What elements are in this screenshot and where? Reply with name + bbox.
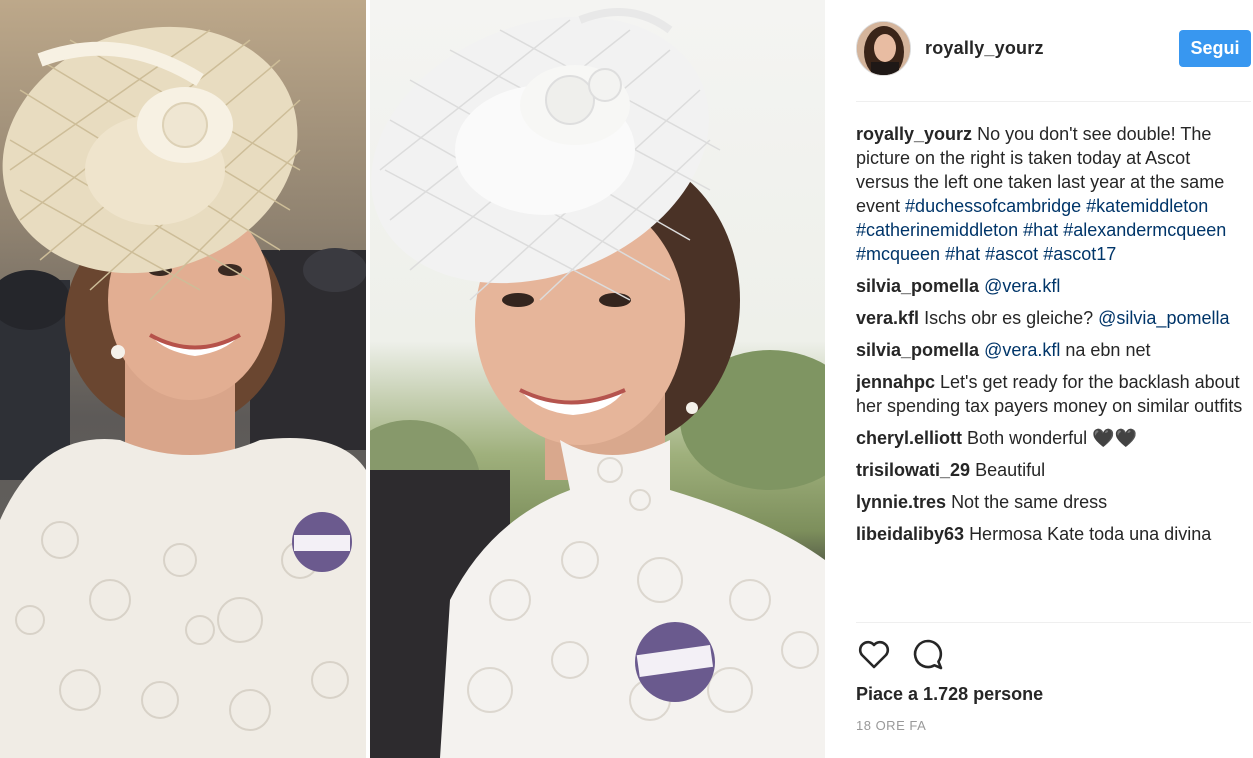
- post-sidebar: royally_yourz Segui royally_yourz No you…: [825, 0, 1253, 758]
- comment-username[interactable]: trisilowati_29: [856, 460, 970, 480]
- post-timestamp[interactable]: 18 ORE FA: [856, 718, 926, 733]
- mention-link[interactable]: @silvia_pomella: [1098, 308, 1229, 328]
- comment-item: libeidaliby63 Hermosa Kate toda una divi…: [856, 522, 1248, 546]
- comment-text: Not the same dress: [951, 492, 1108, 512]
- hashtag-link[interactable]: #ascot17: [1043, 244, 1116, 264]
- comment-list: royally_yourz No you don't see double! T…: [856, 122, 1248, 617]
- post-actions: Piace a 1.728 persone 18 ORE FA: [856, 622, 1251, 758]
- post-photo-left: [0, 0, 366, 758]
- comment-username[interactable]: silvia_pomella: [856, 276, 979, 296]
- comment-username[interactable]: silvia_pomella: [856, 340, 979, 360]
- comment-item: lynnie.tres Not the same dress: [856, 490, 1248, 514]
- mention-link[interactable]: @vera.kfl: [984, 276, 1060, 296]
- comment-text: Hermosa Kate toda una divina: [969, 524, 1212, 544]
- comment-item: silvia_pomella @vera.kfl: [856, 274, 1248, 298]
- comment-text: Beautiful: [975, 460, 1046, 480]
- comment-item: cheryl.elliott Both wonderful 🖤🖤: [856, 426, 1248, 450]
- hashtag-link[interactable]: #mcqueen: [856, 244, 940, 264]
- avatar[interactable]: [856, 21, 911, 76]
- comment-text: na ebn net: [1060, 340, 1151, 360]
- comment-username[interactable]: vera.kfl: [856, 308, 919, 328]
- comment-username[interactable]: lynnie.tres: [856, 492, 946, 512]
- comment-item: jennahpc Let's get ready for the backlas…: [856, 370, 1248, 418]
- heart-outline-icon[interactable]: [856, 637, 892, 673]
- post-username[interactable]: royally_yourz: [925, 38, 1044, 59]
- post-photo-right: [370, 0, 825, 758]
- post-header: royally_yourz Segui: [856, 18, 1251, 102]
- comment-username[interactable]: royally_yourz: [856, 124, 972, 144]
- comment-item: vera.kfl Ischs obr es gleiche? @silvia_p…: [856, 306, 1248, 330]
- speech-bubble-icon[interactable]: [910, 637, 946, 673]
- comment-text: Both wonderful 🖤🖤: [967, 428, 1137, 448]
- comment-username[interactable]: cheryl.elliott: [856, 428, 962, 448]
- hashtag-link[interactable]: #ascot: [985, 244, 1038, 264]
- post-image[interactable]: [0, 0, 825, 758]
- comment-item: royally_yourz No you don't see double! T…: [856, 122, 1248, 266]
- comment-username[interactable]: libeidaliby63: [856, 524, 964, 544]
- hashtag-link[interactable]: #alexandermcqueen: [1063, 220, 1226, 240]
- hashtag-link[interactable]: #catherinemiddleton: [856, 220, 1018, 240]
- comment-text: Ischs obr es gleiche?: [924, 308, 1099, 328]
- follow-button[interactable]: Segui: [1179, 30, 1251, 67]
- comment-item: silvia_pomella @vera.kfl na ebn net: [856, 338, 1248, 362]
- hashtag-link[interactable]: #duchessofcambridge: [905, 196, 1081, 216]
- hashtag-link[interactable]: #katemiddleton: [1086, 196, 1208, 216]
- mention-link[interactable]: @vera.kfl: [984, 340, 1060, 360]
- likes-count[interactable]: Piace a 1.728 persone: [856, 684, 1043, 705]
- comment-item: trisilowati_29 Beautiful: [856, 458, 1248, 482]
- hashtag-link[interactable]: #hat: [1023, 220, 1058, 240]
- comment-username[interactable]: jennahpc: [856, 372, 935, 392]
- hashtag-link[interactable]: #hat: [945, 244, 980, 264]
